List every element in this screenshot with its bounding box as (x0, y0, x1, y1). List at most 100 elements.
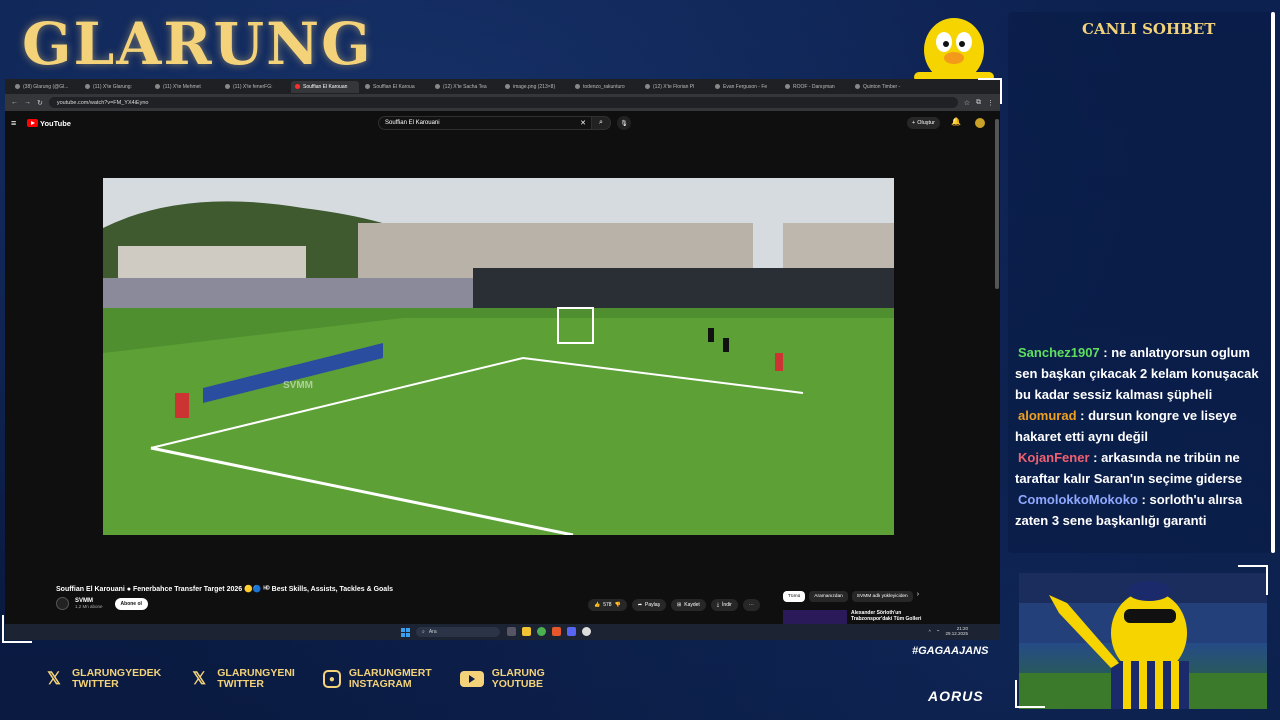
youtube-logo[interactable]: YouTube (27, 119, 71, 128)
tab-favicon-icon (365, 84, 370, 89)
like-count: 578 (603, 602, 612, 608)
chip-from-uploader[interactable]: SVMM adlı yükleyiciden (851, 591, 913, 602)
clear-search-icon[interactable]: ✕ (580, 119, 586, 127)
tab-label: image.png (213×8) (513, 83, 556, 90)
tab-bar: (38) Glarung (@Gl... (11) X'te Glarung: (1… (5, 79, 1000, 94)
chat-message: Sanchez1907 : ne anlatıyorsun oglum sen … (1015, 342, 1267, 405)
bookmark-icon[interactable]: ☆ (964, 99, 970, 107)
webcam-feed (1019, 573, 1267, 709)
like-button[interactable]: 👍 578 👎 (588, 599, 627, 611)
browser-tab[interactable]: (12) X'te Sacha Tea (431, 81, 499, 93)
tab-label: Souffian El Karouan (303, 83, 348, 90)
chevron-right-icon[interactable]: › (917, 591, 919, 602)
subscribe-button[interactable]: Abone ol (114, 597, 148, 610)
social-platform: INSTAGRAM (348, 678, 412, 690)
browser-tab[interactable]: Quinton Timber - (851, 81, 919, 93)
user-avatar[interactable] (975, 118, 985, 128)
tab-label: todenzo_rakunturo (583, 83, 625, 90)
hamburger-menu-icon[interactable]: ≡ (11, 118, 27, 128)
taskbar-search-input[interactable]: ⌕ Ara (416, 627, 500, 637)
aorus-logo: AORUS (928, 688, 984, 704)
thumbs-up-icon: 👍 (594, 602, 601, 608)
network-icon[interactable]: ⌁ (937, 628, 940, 634)
social-text: GLARUNGYENI TWITTER (217, 668, 295, 690)
browser-tab[interactable]: ROOF - Danışman (781, 81, 849, 93)
browser-window: (38) Glarung (@Gl... (11) X'te Glarung: (1… (5, 79, 1000, 639)
reload-icon[interactable]: ↻ (37, 99, 43, 107)
chat-username[interactable]: ComolokkoMokoko (1018, 492, 1138, 507)
youtube-header: ≡ YouTube Souffian El Karouani ✕ ⌕ 🎙 + O… (5, 111, 1000, 135)
discord-icon[interactable] (567, 627, 576, 636)
more-actions-button[interactable]: ⋯ (742, 599, 760, 611)
social-links: 𝕏 GLARUNGYEDEK TWITTER 𝕏 GLARUNGYENI TWITTER ●… (44, 668, 545, 690)
chat-message: KojanFener : arkasında ne tribün ne tara… (1015, 447, 1267, 489)
clock-date: 29.12.2025 (945, 631, 968, 636)
tab-favicon-icon (15, 84, 20, 89)
tab-favicon-icon (715, 84, 720, 89)
windows-start-icon[interactable] (400, 627, 410, 637)
chat-username[interactable]: KojanFener (1018, 450, 1090, 465)
chip-all[interactable]: Tümü (783, 591, 806, 602)
social-platform: TWITTER (72, 678, 119, 690)
webcam-bracket-bottom-left (1015, 680, 1045, 708)
social-link: GLARUNG YOUTUBE (459, 668, 545, 690)
create-button[interactable]: + Oluştur (907, 117, 940, 129)
browser-tab[interactable]: Souffian El Karoua (361, 81, 429, 93)
search-input[interactable]: Souffian El Karouani ✕ (378, 116, 593, 130)
search-button[interactable]: ⌕ (591, 116, 611, 130)
thumbs-down-icon[interactable]: 👎 (615, 602, 621, 608)
forward-icon[interactable]: → (24, 99, 31, 106)
tab-label: ROOF - Danışman (793, 83, 835, 90)
recommendation-chips: Tümü Aramanızdan SVMM adlı yükleyiciden … (783, 591, 919, 602)
chrome-icon[interactable] (537, 627, 546, 636)
address-bar: ← → ↻ youtube.com/watch?v=FM_YX4iEyno ☆ … (5, 94, 1000, 111)
back-icon[interactable]: ← (11, 99, 18, 106)
browser-tab[interactable]: (11) X'te fenerFG: (221, 81, 289, 93)
social-platform: TWITTER (217, 678, 264, 690)
social-text: GLARUNGMERT INSTAGRAM (349, 668, 432, 690)
chat-message: ComolokkoMokoko : sorloth'u alırsa zaten… (1015, 489, 1267, 531)
browser-tab[interactable]: Souffian El Karouan (291, 80, 359, 93)
instagram-icon: ● (322, 670, 341, 688)
browser-tab[interactable]: (12) X'te Florian Pl (641, 81, 709, 93)
page-scrollbar[interactable] (995, 119, 999, 289)
share-button[interactable]: ➦ Paylaş (631, 599, 667, 611)
tab-favicon-icon (435, 84, 440, 89)
microphone-icon[interactable]: 🎙 (617, 116, 631, 130)
brave-icon[interactable] (552, 627, 561, 636)
chip-from-search[interactable]: Aramanızdan (809, 591, 848, 602)
notifications-bell-icon[interactable]: 🔔 (951, 117, 961, 126)
chat-username[interactable]: alomurad (1018, 408, 1077, 423)
tab-label: Souffian El Karoua (373, 83, 415, 90)
url-input[interactable]: youtube.com/watch?v=FM_YX4iEyno (48, 97, 958, 108)
browser-tab[interactable]: todenzo_rakunturo (571, 81, 639, 93)
tab-label: Evan Ferguson - Fe (723, 83, 768, 90)
chat-username[interactable]: Sanchez1907 (1018, 345, 1100, 360)
video-title: Souffian El Karouani ● Fenerbahce Transf… (56, 586, 394, 593)
tab-label: (38) Glarung (@Gl... (23, 83, 69, 90)
obs-icon[interactable] (582, 627, 591, 636)
browser-tab[interactable]: (38) Glarung (@Gl... (11, 81, 79, 93)
tray-chevron-icon[interactable]: ^ (929, 629, 931, 634)
browser-tab[interactable]: Evan Ferguson - Fe (711, 81, 779, 93)
social-platform: YOUTUBE (491, 678, 544, 690)
browser-tab[interactable]: image.png (213×8) (501, 81, 569, 93)
save-button[interactable]: ⊞ Kaydet (671, 599, 706, 611)
suggested-video-title[interactable]: Alexander Sörloth'un Trabzonspor'daki Tü… (851, 610, 931, 622)
tab-favicon-icon (645, 84, 650, 89)
clock[interactable]: 21:20 29.12.2025 (945, 626, 968, 636)
browser-tab[interactable]: (11) X'te Mehmet (151, 81, 219, 93)
task-view-icon[interactable] (507, 627, 516, 636)
download-button[interactable]: ⤓ İndir (710, 599, 738, 611)
x-icon: 𝕏 (192, 669, 207, 688)
file-explorer-icon[interactable] (522, 627, 531, 636)
browser-tab[interactable]: (11) X'te Glarung: (81, 81, 149, 93)
mascot-cam-image (1019, 573, 1267, 709)
tab-label: (11) X'te Mehmet (163, 83, 201, 90)
create-label: Oluştur (917, 120, 935, 126)
tab-favicon-icon (155, 84, 160, 89)
channel-avatar[interactable] (56, 597, 69, 610)
video-player[interactable]: SVMM (103, 178, 894, 535)
chat-header: CANLI SOHBET (1082, 20, 1216, 38)
youtube-logo-text: YouTube (40, 118, 71, 128)
